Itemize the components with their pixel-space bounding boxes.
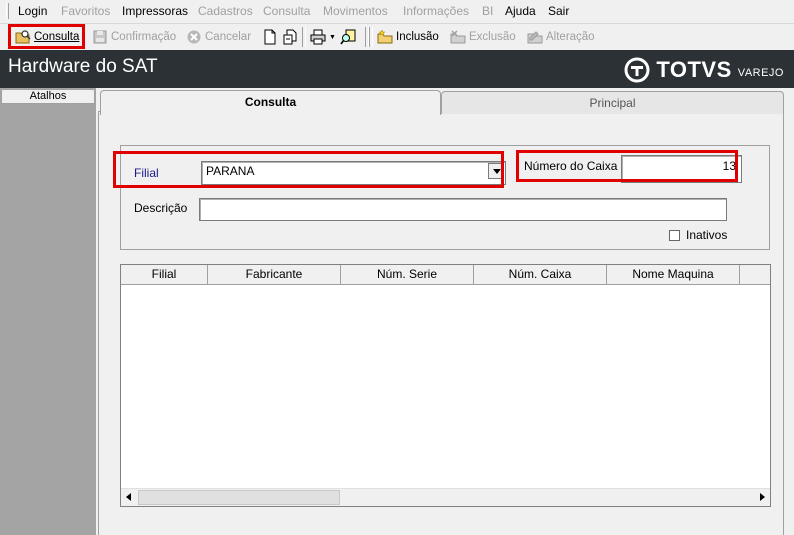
menu-ajuda[interactable]: Ajuda: [505, 4, 536, 18]
menu-bar: Login Favoritos Impressoras Cadastros Co…: [0, 0, 794, 22]
menu-movimentos[interactable]: Movimentos: [323, 4, 388, 18]
menu-favoritos[interactable]: Favoritos: [61, 4, 110, 18]
copy-document-icon: [282, 29, 298, 45]
menu-login[interactable]: Login: [18, 4, 47, 18]
column-header-nome-maquina[interactable]: Nome Maquina: [607, 265, 740, 284]
toolbar-separator: [369, 27, 373, 47]
totvs-logo-icon: [624, 57, 650, 83]
menu-grip: [6, 3, 9, 19]
delete-folder-icon: [450, 29, 466, 45]
scroll-thumb[interactable]: [138, 490, 340, 505]
column-header-num-caixa[interactable]: Núm. Caixa: [474, 265, 607, 284]
new-document-button[interactable]: [262, 26, 278, 48]
brand-name: TOTVS: [656, 57, 732, 82]
arrow-right-icon: [760, 493, 765, 501]
inclusao-button-label: Inclusão: [396, 31, 439, 43]
magnifier-page-icon: [340, 29, 356, 45]
menu-bi[interactable]: BI: [482, 4, 493, 18]
left-pane: [0, 88, 96, 535]
copy-document-button[interactable]: [282, 26, 298, 48]
window-title: Hardware do SAT: [8, 56, 158, 77]
edit-folder-icon: [527, 29, 543, 45]
scroll-left-button[interactable]: [121, 489, 138, 506]
new-document-icon: [262, 29, 278, 45]
consulta-highlight-box: [8, 24, 85, 49]
chevron-down-icon: ▼: [329, 33, 336, 41]
print-preview-button[interactable]: [340, 26, 356, 48]
toolbar-separator: [302, 27, 306, 47]
menu-consulta[interactable]: Consulta: [263, 4, 310, 18]
column-header-num-serie[interactable]: Núm. Serie: [341, 265, 474, 284]
inativos-label: Inativos: [686, 228, 728, 242]
tab-consulta[interactable]: Consulta: [100, 90, 441, 115]
descricao-label: Descrição: [134, 201, 188, 215]
menu-informacoes[interactable]: Informações: [403, 4, 469, 18]
cancelar-button[interactable]: Cancelar: [186, 26, 251, 48]
alteracao-button-label: Alteração: [546, 31, 595, 43]
confirmacao-button-label: Confirmação: [111, 31, 177, 43]
toolbar: Consulta Confirmação Cancelar ▼ Inclusão…: [0, 23, 794, 50]
atalhos-tab[interactable]: Atalhos: [1, 89, 95, 104]
column-header-filial[interactable]: Filial: [121, 265, 208, 284]
cancel-icon: [186, 29, 202, 45]
menu-cadastros[interactable]: Cadastros: [198, 4, 253, 18]
brand-sub: VAREJO: [737, 67, 784, 79]
filial-highlight-box: [113, 151, 504, 188]
column-header-fabricante[interactable]: Fabricante: [208, 265, 341, 284]
numero-caixa-highlight-box: [516, 150, 738, 182]
menu-sair[interactable]: Sair: [548, 4, 569, 18]
totvs-logo: TOTVS VAREJO: [624, 57, 784, 83]
title-bar: Hardware do SAT TOTVS VAREJO: [0, 50, 794, 88]
menu-impressoras[interactable]: Impressoras: [122, 4, 188, 18]
cancelar-button-label: Cancelar: [205, 31, 252, 43]
arrow-left-icon: [126, 493, 131, 501]
confirmacao-button[interactable]: Confirmação: [92, 26, 176, 48]
horizontal-scrollbar[interactable]: [121, 488, 770, 506]
inclusao-button[interactable]: Inclusão: [377, 26, 439, 48]
add-folder-icon: [377, 29, 393, 45]
exclusao-button[interactable]: Exclusão: [450, 26, 516, 48]
results-grid[interactable]: Filial Fabricante Núm. Serie Núm. Caixa …: [120, 264, 771, 507]
printer-icon: [310, 29, 326, 45]
grid-header: Filial Fabricante Núm. Serie Núm. Caixa …: [121, 265, 770, 285]
print-button[interactable]: ▼: [310, 26, 336, 48]
scroll-right-button[interactable]: [753, 489, 770, 506]
alteracao-button[interactable]: Alteração: [527, 26, 595, 48]
descricao-input[interactable]: [199, 198, 727, 221]
exclusao-button-label: Exclusão: [469, 31, 516, 43]
inativos-checkbox[interactable]: [669, 230, 680, 241]
tab-principal[interactable]: Principal: [441, 91, 784, 114]
save-icon: [92, 29, 108, 45]
